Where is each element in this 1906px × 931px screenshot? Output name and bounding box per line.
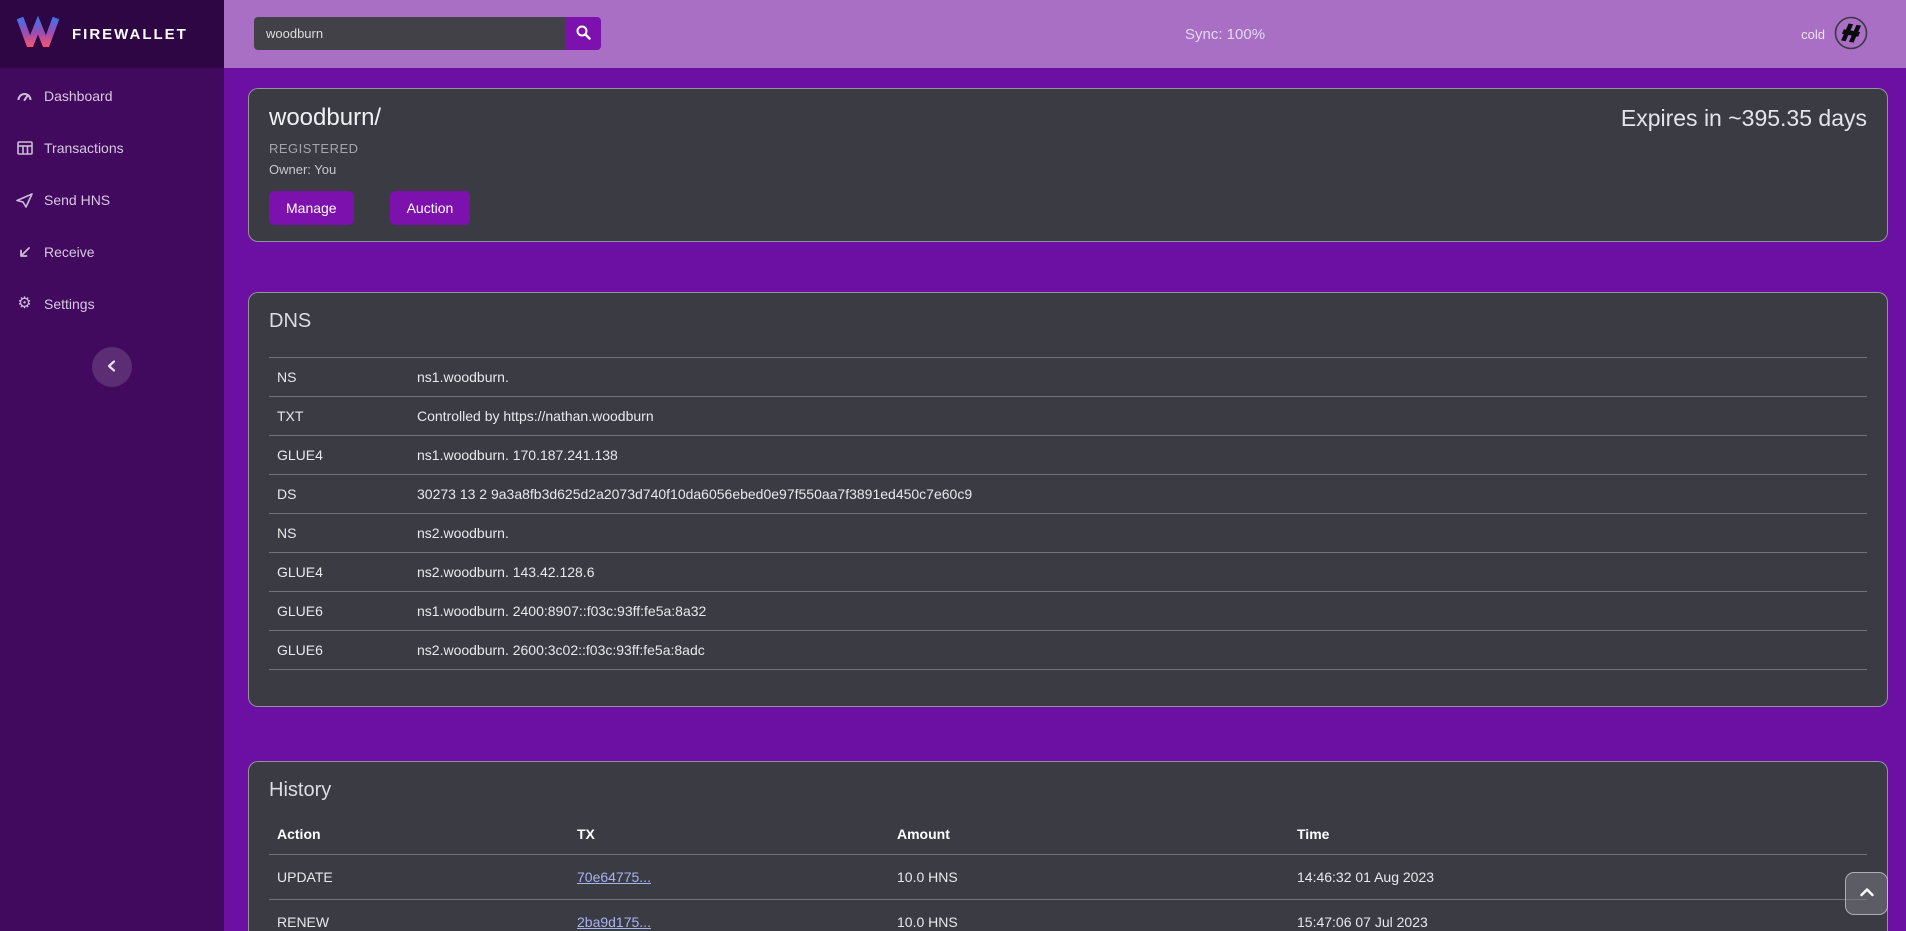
history-action: UPDATE [269,855,569,900]
dns-record-value: ns2.woodburn. 2600:3c02::f03c:93ff:fe5a:… [409,631,1867,670]
history-row: UPDATE 70e64775... 10.0 HNS14:46:32 01 Aug… [269,855,1867,900]
search-button[interactable] [565,17,601,50]
history-card-title: History [269,778,1867,802]
wallet-indicator: cold [1801,0,1868,68]
firewallet-logo-icon [16,16,60,52]
dns-record-row: GLUE4ns2.woodburn. 143.42.128.6 [269,553,1867,592]
app-title: FIREWALLET [72,26,188,43]
dns-record-row: NSns1.woodburn. [269,358,1867,397]
dns-record-type: GLUE4 [269,553,409,592]
history-col-action: Action [269,814,569,855]
history-action: RENEW [269,900,569,931]
auction-button[interactable]: Auction [390,191,471,225]
sidebar-collapse-button[interactable] [92,347,132,387]
chevron-up-icon [1859,886,1875,901]
dns-card-title: DNS [269,309,1867,333]
main-content: woodburn/ Expires in ~395.35 days REGIST… [224,68,1906,931]
manage-button[interactable]: Manage [269,191,354,225]
dns-record-type: GLUE6 [269,592,409,631]
dns-record-row: GLUE6ns2.woodburn. 2600:3c02::f03c:93ff:… [269,631,1867,670]
dns-record-row: DS30273 13 2 9a3a8fb3d625d2a2073d740f10d… [269,475,1867,514]
history-card: History ActionTXAmountTime UPDATE 70e6477… [248,761,1888,931]
history-time: 14:46:32 01 Aug 2023 [1289,855,1867,900]
transactions-icon [15,141,34,155]
handshake-logo-icon [1834,16,1868,53]
domain-expiry: Expires in ~395.35 days [1621,103,1867,133]
send-icon [15,193,34,208]
dns-record-type: NS [269,358,409,397]
domain-name: woodburn/ [269,103,381,133]
dns-record-value: ns2.woodburn. [409,514,1867,553]
domain-status: REGISTERED [269,141,1867,156]
dns-record-value: Controlled by https://nathan.woodburn [409,397,1867,436]
dns-record-value: 30273 13 2 9a3a8fb3d625d2a2073d740f10da6… [409,475,1867,514]
sidebar-item-label: Dashboard [44,88,113,104]
scroll-to-top-button[interactable] [1845,872,1888,915]
history-amount: 10.0 HNS [889,855,1289,900]
domain-card: woodburn/ Expires in ~395.35 days REGIST… [248,88,1888,242]
sidebar-item-send-hns[interactable]: Send HNS [0,174,224,226]
history-col-time: Time [1289,814,1867,855]
sidebar-item-receive[interactable]: Receive [0,226,224,278]
sidebar-item-label: Send HNS [44,192,110,208]
dns-table: NSns1.woodburn.TXTControlled by https://… [269,357,1867,670]
history-table: ActionTXAmountTime UPDATE 70e64775... 10.0… [269,814,1867,931]
history-col-amount: Amount [889,814,1289,855]
tx-link[interactable]: 70e64775... [577,869,651,885]
dns-card: DNS NSns1.woodburn.TXTControlled by http… [248,292,1888,707]
dns-record-type: TXT [269,397,409,436]
dns-record-type: NS [269,514,409,553]
sidebar: FIREWALLET Dashboard Transactions Send HNS… [0,0,224,931]
search-icon [575,24,591,43]
receive-icon [15,245,34,260]
sync-status: Sync: 100% [1185,0,1265,68]
dns-record-row: NSns2.woodburn. [269,514,1867,553]
dns-record-type: GLUE6 [269,631,409,670]
dns-record-type: GLUE4 [269,436,409,475]
sidebar-item-label: Settings [44,296,95,312]
tx-link[interactable]: 2ba9d175... [577,914,651,930]
wallet-name: cold [1801,27,1825,42]
sidebar-item-label: Receive [44,244,95,260]
search-group [254,17,601,50]
chevron-left-icon [105,359,119,376]
dns-record-value: ns2.woodburn. 143.42.128.6 [409,553,1867,592]
history-amount: 10.0 HNS [889,900,1289,931]
sidebar-nav: Dashboard Transactions Send HNS Receive ⚙ Set… [0,68,224,330]
dns-record-row: GLUE6ns1.woodburn. 2400:8907::f03c:93ff:… [269,592,1867,631]
dashboard-icon [15,88,34,104]
settings-icon: ⚙ [15,296,34,312]
domain-owner: Owner: You [269,162,1867,177]
dns-record-value: ns1.woodburn. 170.187.241.138 [409,436,1867,475]
topbar: Sync: 100% cold [224,0,1906,68]
history-row: RENEW 2ba9d175... 10.0 HNS15:47:06 07 Jul … [269,900,1867,931]
dns-record-value: ns1.woodburn. 2400:8907::f03c:93ff:fe5a:… [409,592,1867,631]
app-logo: FIREWALLET [0,0,224,68]
dns-record-row: TXTControlled by https://nathan.woodburn [269,397,1867,436]
sidebar-item-transactions[interactable]: Transactions [0,122,224,174]
search-input[interactable] [254,17,565,50]
dns-record-type: DS [269,475,409,514]
sidebar-item-dashboard[interactable]: Dashboard [0,70,224,122]
dns-record-value: ns1.woodburn. [409,358,1867,397]
sidebar-item-settings[interactable]: ⚙ Settings [0,278,224,330]
dns-record-row: GLUE4ns1.woodburn. 170.187.241.138 [269,436,1867,475]
sidebar-item-label: Transactions [44,140,124,156]
history-col-tx: TX [569,814,889,855]
history-time: 15:47:06 07 Jul 2023 [1289,900,1867,931]
